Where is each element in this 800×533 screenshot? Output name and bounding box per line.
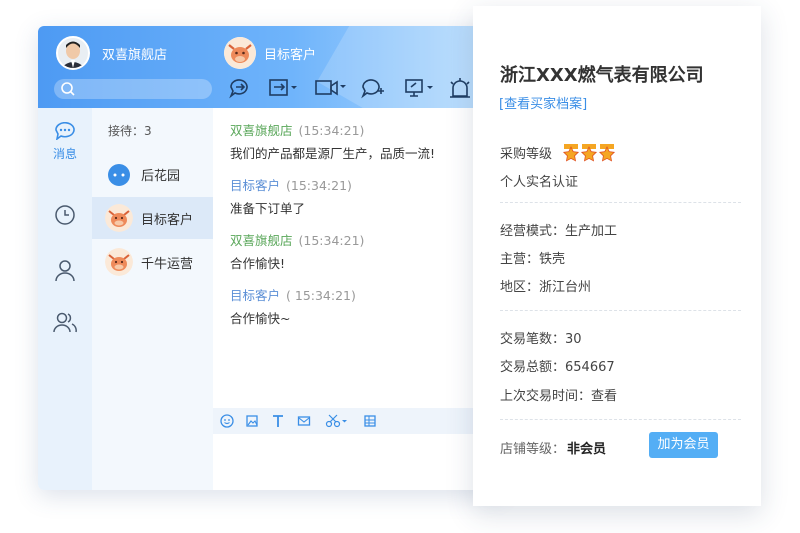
star-badge-icon [598, 144, 616, 162]
user-avatar[interactable] [56, 36, 90, 70]
message-item: 双喜旗舰店 (15:34:21) 我们的产品都是源厂生产，品质一流! [230, 120, 435, 162]
group-icon [53, 312, 77, 333]
target-customer-avatar[interactable] [224, 37, 256, 69]
message-sender: 目标客户 [230, 178, 281, 193]
star-badge-icon [580, 144, 598, 162]
contact-name: 千牛运营 [141, 257, 194, 272]
scissors-icon[interactable] [325, 414, 349, 428]
email-icon[interactable] [297, 414, 311, 428]
contact-avatar [105, 204, 133, 232]
text-format-icon[interactable] [271, 414, 285, 428]
trade-count: 交易笔数：30 [500, 332, 582, 347]
message-time: (15:34:21) [298, 233, 365, 248]
last-trade-time[interactable]: 上次交易时间：查看 [500, 385, 617, 404]
message-time: (15:34:21) [298, 123, 365, 138]
company-name: 浙江XXX燃气表有限公司 [500, 65, 704, 86]
chat-bubble-icon [55, 121, 75, 141]
message-item: 目标客户 ( 15:34:21) 合作愉快~ [230, 285, 356, 327]
qianniu-chat-window: 双喜旗舰店 目标客户 消息 接待：3 后花园 目标客户 千牛运营 双喜旗舰店 (… [38, 26, 500, 490]
chat-add-icon[interactable] [360, 76, 386, 102]
purchase-level-label: 采购等级 [500, 147, 553, 162]
contact-item-qianniu-ops[interactable]: 千牛运营 [92, 241, 213, 283]
window-header: 双喜旗舰店 目标客户 [38, 26, 500, 172]
alarm-icon[interactable] [448, 76, 474, 102]
divider [500, 310, 741, 311]
star-badge-icon [562, 144, 580, 162]
message-body: 合作愉快! [230, 256, 286, 271]
divider [500, 419, 741, 420]
message-body: 我们的产品都是源厂生产，品质一流! [230, 146, 436, 161]
main-product: 主营：铁壳 [500, 252, 566, 267]
reception-count: 接待：3 [108, 124, 152, 138]
contact-item-backyard[interactable]: 后花园 [92, 153, 213, 195]
buyer-info-panel: 浙江XXX燃气表有限公司 [查看买家档案] 采购等级 个人实名认证 经营模式：生… [473, 6, 761, 506]
message-item: 双喜旗舰店 (15:34:21) 合作愉快! [230, 230, 364, 272]
rail-item-messages[interactable]: 消息 [38, 121, 92, 162]
contact-list: 接待：3 后花园 目标客户 千牛运营 [92, 108, 213, 490]
view-buyer-archive-link[interactable]: [查看买家档案] [499, 93, 587, 112]
divider [500, 202, 741, 203]
purchase-level-stars [562, 142, 616, 168]
message-sender: 双喜旗舰店 [230, 123, 293, 138]
message-sender: 目标客户 [230, 288, 281, 303]
target-customer-name: 目标客户 [264, 48, 317, 63]
contact-avatar [105, 248, 133, 276]
quick-reply-icon[interactable] [228, 76, 252, 102]
image-icon[interactable] [245, 414, 259, 428]
join-member-button[interactable]: 加为会员 [649, 432, 718, 458]
rail-messages-label: 消息 [52, 147, 77, 161]
clock-icon [55, 205, 75, 225]
file-transfer-icon[interactable] [268, 76, 298, 102]
message-body: 准备下订单了 [230, 201, 306, 216]
business-mode: 经营模式：生产加工 [500, 224, 618, 239]
message-time: ( 15:34:21) [286, 288, 356, 303]
contact-avatar [105, 160, 133, 188]
message-item: 目标客户 (15:34:21) 准备下订单了 [230, 175, 352, 217]
trade-total: 交易总额：654667 [500, 360, 615, 375]
shop-name: 双喜旗舰店 [102, 48, 168, 63]
verification-status: 个人实名认证 [500, 175, 579, 190]
message-body: 合作愉快~ [230, 311, 291, 326]
rail-item-groups[interactable] [38, 310, 92, 338]
rail-item-contacts[interactable] [38, 258, 92, 286]
table-icon[interactable] [363, 414, 377, 428]
person-icon [55, 260, 75, 282]
rail-item-history[interactable] [38, 204, 92, 230]
shop-level: 店铺等级： 非会员 [500, 438, 606, 457]
message-time: (15:34:21) [286, 178, 352, 193]
contact-name: 目标客户 [141, 213, 194, 228]
screen-share-icon[interactable] [404, 76, 436, 102]
left-rail: 消息 [38, 108, 92, 490]
region: 地区：浙江台州 [500, 280, 592, 295]
shop-level-value: 非会员 [567, 442, 607, 457]
chat-area: 双喜旗舰店 (15:34:21) 我们的产品都是源厂生产，品质一流! 目标客户 (1… [213, 108, 500, 490]
input-toolbar [213, 408, 500, 434]
shop-level-label: 店铺等级： [500, 442, 566, 457]
search-icon [61, 82, 75, 96]
contact-item-target-customer[interactable]: 目标客户 [92, 197, 213, 239]
smile-icon[interactable] [220, 414, 234, 428]
message-sender: 双喜旗舰店 [230, 233, 293, 248]
contact-name: 后花园 [141, 169, 181, 184]
video-icon[interactable] [314, 76, 346, 102]
search-input[interactable] [54, 79, 212, 99]
